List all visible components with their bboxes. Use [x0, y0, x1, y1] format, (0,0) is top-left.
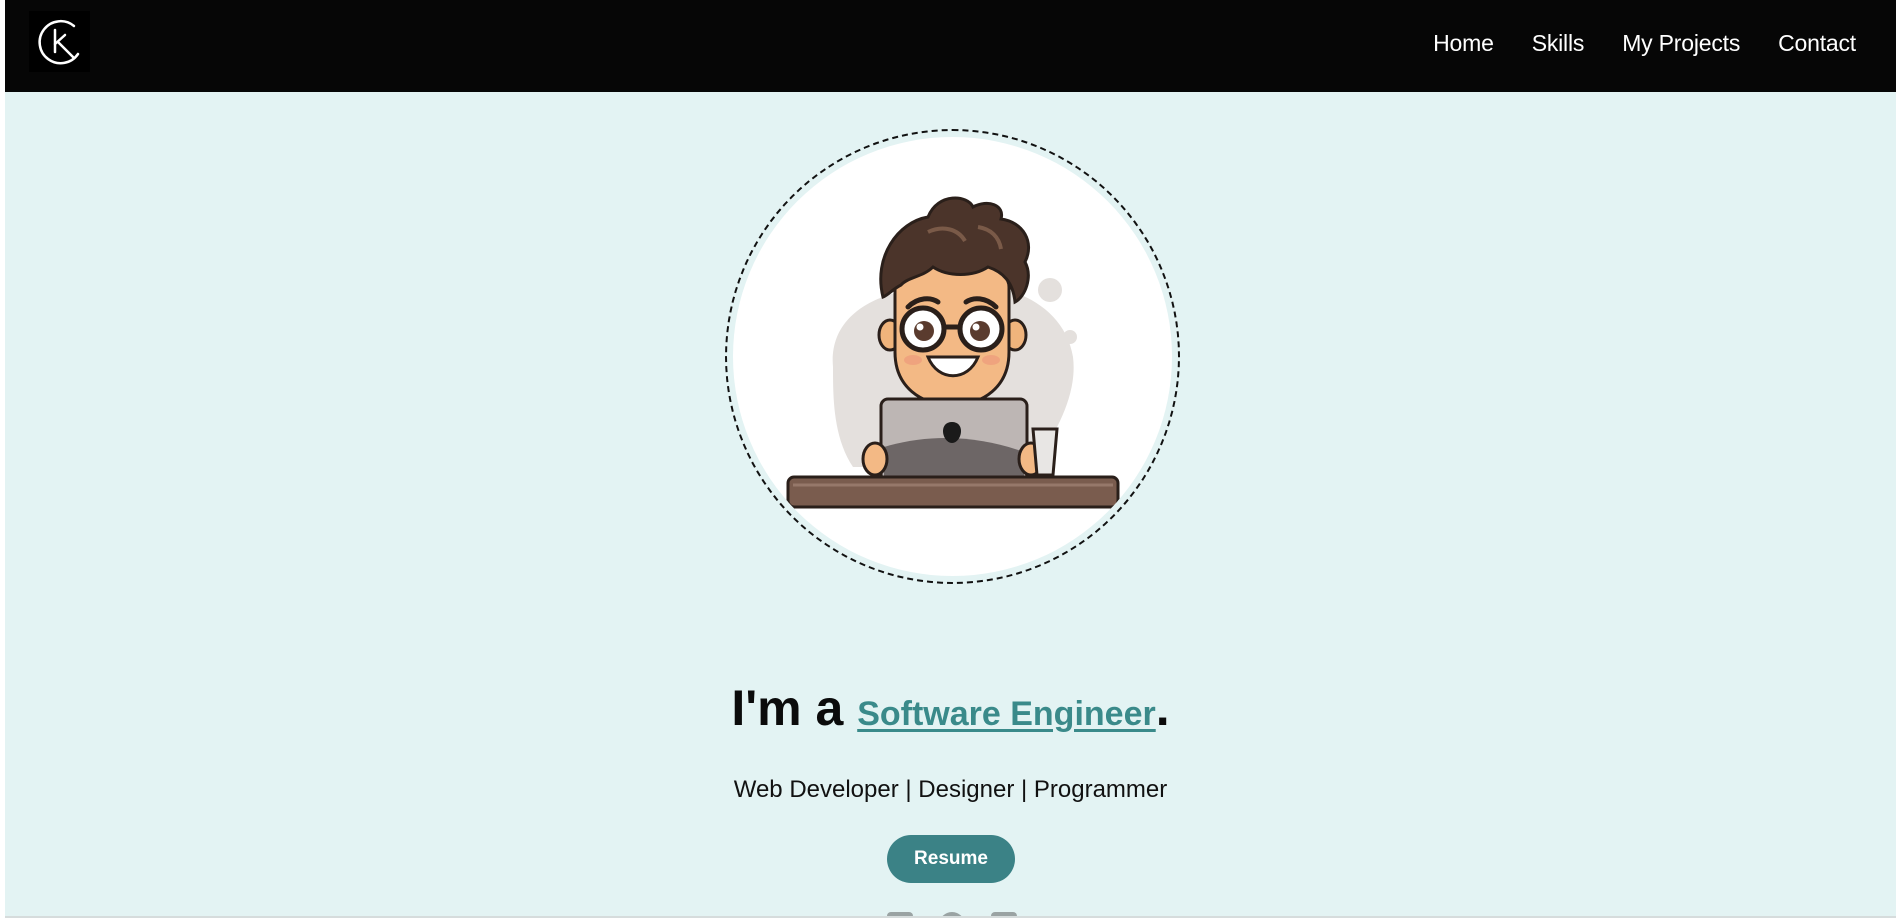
- mail-icon[interactable]: [991, 912, 1017, 916]
- nav-link-my-projects[interactable]: My Projects: [1622, 30, 1740, 57]
- page-frame: Home Skills My Projects Contact I'm a So…: [5, 0, 1896, 918]
- developer-illustration-icon: [733, 137, 1172, 576]
- nav-links: Home Skills My Projects Contact: [1433, 0, 1856, 86]
- hero-headline: I'm a Software Engineer.: [5, 678, 1896, 744]
- nav-link-contact[interactable]: Contact: [1778, 30, 1856, 57]
- hero-subtitle: Web Developer | Designer | Programmer: [733, 776, 1168, 803]
- logo-icon[interactable]: [29, 11, 90, 72]
- github-icon[interactable]: [939, 912, 965, 916]
- nav-link-skills[interactable]: Skills: [1532, 30, 1585, 57]
- navbar: Home Skills My Projects Contact: [5, 0, 1896, 92]
- social-links: [887, 912, 1017, 916]
- resume-button[interactable]: Resume: [887, 835, 1015, 883]
- role-link[interactable]: Software Engineer: [857, 695, 1156, 733]
- headline-prefix: I'm a: [731, 680, 858, 736]
- headline-suffix: .: [1155, 680, 1170, 736]
- nav-link-home[interactable]: Home: [1433, 30, 1494, 57]
- avatar: [725, 129, 1180, 584]
- linkedin-icon[interactable]: [887, 912, 913, 916]
